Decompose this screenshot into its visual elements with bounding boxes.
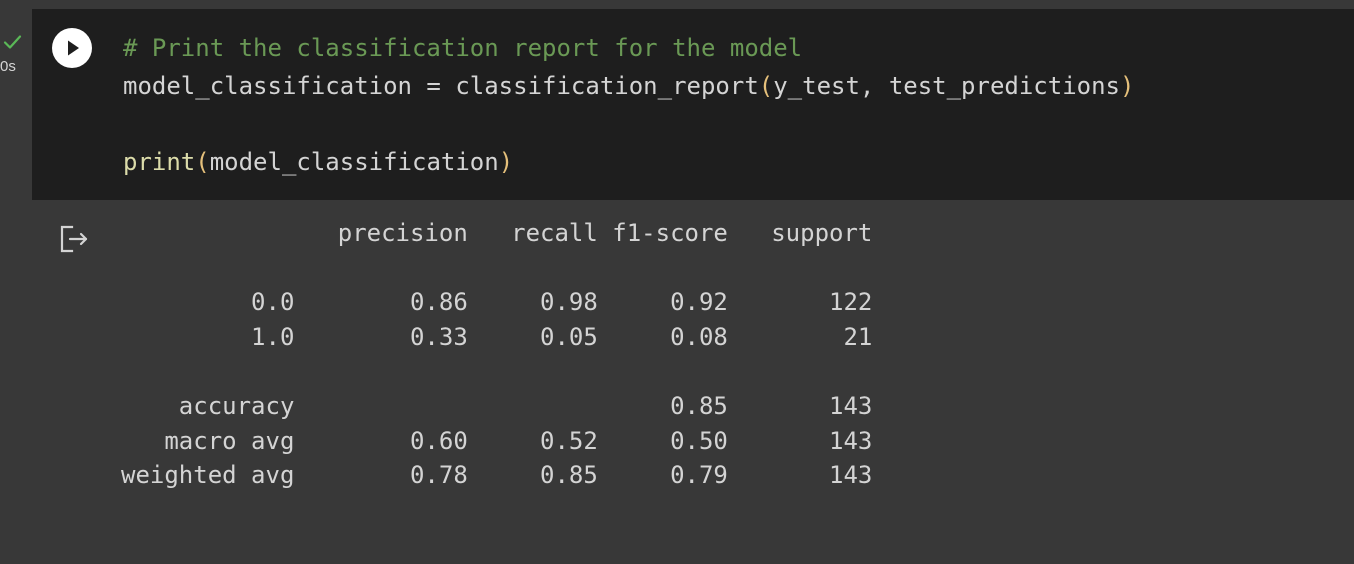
code-token-paren: ) [1120,72,1135,100]
check-icon [3,35,22,49]
run-cell-button[interactable] [52,28,92,68]
report-row: 1.0 0.33 0.05 0.08 21 [121,322,873,351]
code-cell[interactable]: # Print the classification report for th… [32,9,1354,200]
code-token-text: y_test, test_predictions [773,72,1120,100]
code-token-fn: print [123,148,196,176]
play-icon [68,40,79,56]
execution-time: 0s [0,58,16,75]
report-row: weighted avg 0.78 0.85 0.79 143 [121,461,873,490]
code-line: print(model_classification) [123,143,1134,181]
cell-output: precision recall f1-score support 0.0 0.… [121,216,872,493]
output-redirect-icon[interactable] [58,224,90,254]
report-row: 0.0 0.86 0.98 0.92 122 [121,288,873,317]
code-token-text: model_classification = classification_re… [123,72,759,100]
code-line: model_classification = classification_re… [123,67,1134,105]
code-token-text: model_classification [209,148,499,176]
code-line: # Print the classification report for th… [123,29,1134,67]
code-token-comment: # Print the classification report for th… [123,34,803,62]
code-token-paren: ( [195,148,210,176]
code-token-paren: ) [498,148,514,176]
code-editor[interactable]: # Print the classification report for th… [123,29,1134,181]
report-row [121,354,872,389]
report-row: macro avg 0.60 0.52 0.50 143 [121,426,873,455]
report-row: accuracy 0.85 143 [121,391,873,420]
code-token-paren: ( [758,72,774,100]
report-header: precision recall f1-score support [121,219,873,247]
report-row [121,251,872,286]
cell-gutter: 0s [0,0,32,200]
